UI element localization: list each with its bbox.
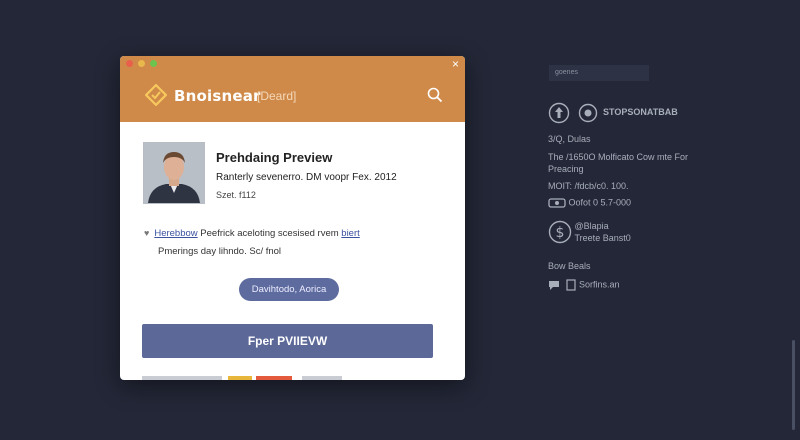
- preview-dialog: × Bnoisnear [Deard] Prehdaing Preview Ra…: [120, 56, 465, 380]
- preview-subtitle: Ranterly sevenerro. DM voopr Fex. 2012: [216, 172, 397, 183]
- brand-tag: [Deard]: [257, 89, 297, 103]
- svg-text:$: $: [556, 225, 565, 241]
- side-search-input[interactable]: goenes: [549, 65, 649, 81]
- heart-icon: ♥: [144, 228, 150, 238]
- side-row-1: 3/Q, Dulas: [548, 134, 591, 144]
- document-icon[interactable]: [565, 279, 577, 291]
- secondary-pill-button[interactable]: Davihtodo, Aorica: [239, 278, 339, 301]
- profile-photo: [143, 142, 205, 204]
- side-row-2a: The /1650O Molficato Cow mte For: [548, 152, 689, 162]
- side-row-4: Oofot 0 5.7-000: [548, 197, 631, 209]
- side-row-3: MOIT: /fdcb/c0. 100.: [548, 181, 629, 191]
- minimize-window-dot[interactable]: [138, 60, 145, 67]
- open-preview-button[interactable]: Fper PVIIEVW: [142, 324, 433, 358]
- upload-icon[interactable]: [548, 102, 570, 124]
- dollar-icon[interactable]: $: [548, 220, 572, 244]
- description-link-2[interactable]: biert: [341, 228, 359, 239]
- side-header-title: STOPSONATBAB: [603, 107, 678, 118]
- preview-meta: Szet. f112: [216, 190, 256, 200]
- scrollbar[interactable]: [792, 340, 795, 430]
- chat-icon[interactable]: [548, 279, 560, 291]
- search-icon[interactable]: [427, 87, 443, 103]
- side-row-2b: Preacing: [548, 164, 584, 174]
- refresh-icon[interactable]: [577, 102, 599, 124]
- bottom-toolbar-strip: [142, 376, 342, 380]
- side-row-5: $ @Blapia Treete Banst0: [548, 220, 631, 244]
- maximize-window-dot[interactable]: [150, 60, 157, 67]
- side-row-6: Sorfins.an: [548, 279, 620, 291]
- brand-logo-icon: [145, 84, 167, 106]
- preview-title: Prehdaing Preview: [216, 150, 333, 165]
- description-line-2: Pmerings day lihndo. Sc/ fnol: [158, 246, 282, 257]
- brand-name: Bnoisnear: [174, 87, 261, 105]
- window-controls: [126, 60, 157, 67]
- title-bar: × Bnoisnear [Deard]: [120, 56, 465, 122]
- side-section-title: Bow Beals: [548, 261, 591, 271]
- description-line-1: ♥ Herebbow Peefrick aceloting scesised rv…: [144, 228, 360, 239]
- close-window-dot[interactable]: [126, 60, 133, 67]
- description-link[interactable]: Herebbow: [154, 228, 197, 239]
- link-icon: [548, 198, 566, 208]
- side-header-row: STOPSONATBAB: [548, 102, 678, 124]
- close-icon[interactable]: ×: [452, 58, 459, 70]
